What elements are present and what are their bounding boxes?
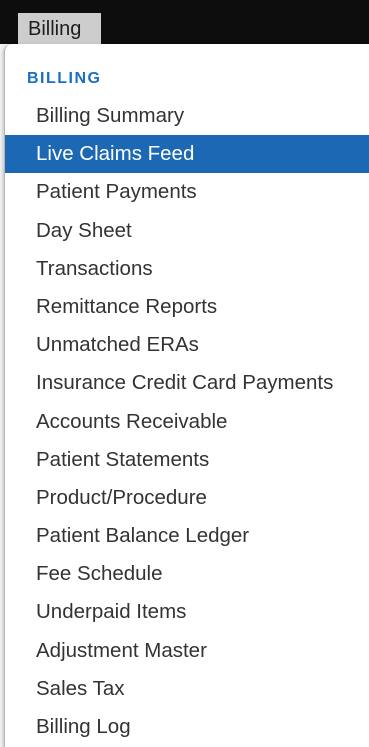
- menu-item-label: Transactions: [36, 256, 153, 280]
- billing-tab[interactable]: Billing: [18, 13, 101, 44]
- menu-item-transactions[interactable]: Transactions: [5, 250, 369, 288]
- menu-item-product-procedure[interactable]: Product/Procedure: [5, 479, 369, 517]
- menu-item-label: Patient Statements: [36, 447, 210, 471]
- menu-item-label: Sales Tax: [36, 676, 125, 700]
- menu-item-label: Underpaid Items: [36, 600, 187, 624]
- menu-item-label: Fee Schedule: [36, 562, 163, 586]
- menu-item-label: Live Claims Feed: [36, 142, 195, 166]
- menu-item-underpaid-items[interactable]: Underpaid Items: [5, 593, 369, 631]
- menu-item-unmatched-eras[interactable]: Unmatched ERAs: [5, 326, 369, 364]
- menu-item-patient-payments[interactable]: Patient Payments: [5, 173, 369, 211]
- menu-item-remittance-reports[interactable]: Remittance Reports: [5, 288, 369, 326]
- menu-item-label: Day Sheet: [36, 218, 132, 242]
- top-nav-bar: Billing: [0, 0, 369, 44]
- menu-item-label: Adjustment Master: [36, 638, 207, 662]
- menu-item-label: Accounts Receivable: [36, 409, 228, 433]
- menu-section-title: BILLING: [27, 70, 102, 87]
- menu-item-label: Product/Procedure: [36, 485, 207, 509]
- menu-item-label: Patient Balance Ledger: [36, 524, 250, 548]
- menu-item-insurance-credit-card-payments[interactable]: Insurance Credit Card Payments: [5, 364, 369, 402]
- menu-item-day-sheet[interactable]: Day Sheet: [5, 212, 369, 250]
- menu-item-label: Patient Payments: [36, 180, 197, 204]
- menu-item-billing-summary[interactable]: Billing Summary: [5, 97, 369, 135]
- menu-item-patient-balance-ledger[interactable]: Patient Balance Ledger: [5, 517, 369, 555]
- menu-item-billing-log[interactable]: Billing Log: [5, 708, 369, 746]
- menu-item-live-claims-feed[interactable]: Live Claims Feed: [5, 135, 369, 174]
- menu-item-adjustment-master[interactable]: Adjustment Master: [5, 632, 369, 670]
- menu-item-label: Remittance Reports: [36, 294, 218, 318]
- menu-item-label: Unmatched ERAs: [36, 333, 199, 357]
- billing-dropdown-menu: BILLING Billing Summary Live Claims Feed…: [4, 44, 369, 747]
- menu-item-accounts-receivable[interactable]: Accounts Receivable: [5, 403, 369, 441]
- menu-item-label: Billing Log: [36, 715, 131, 738]
- menu-item-fee-schedule[interactable]: Fee Schedule: [5, 555, 369, 593]
- menu-item-label: Billing Summary: [36, 104, 185, 127]
- menu-item-sales-tax[interactable]: Sales Tax: [5, 670, 369, 708]
- menu-item-label: Insurance Credit Card Payments: [36, 371, 334, 395]
- menu-item-patient-statements[interactable]: Patient Statements: [5, 441, 369, 479]
